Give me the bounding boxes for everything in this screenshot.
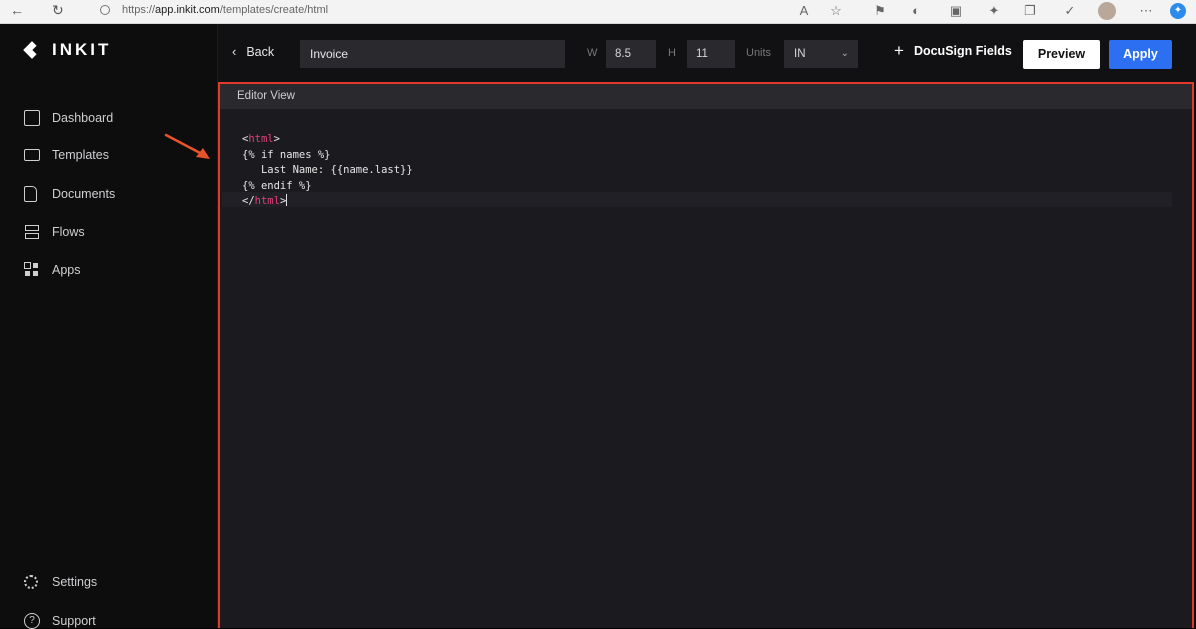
width-input[interactable]: 8.5 [606,40,656,68]
annotation-arrow-icon [164,133,210,159]
back-arrow-icon[interactable]: ← [10,2,24,18]
editor-toolbar: ‹ Back W 8.5 H 11 Units IN ⌄ + DocuSign … [218,24,1196,82]
read-aloud-icon[interactable]: A [796,3,812,19]
help-icon: ? [24,613,40,629]
address-bar[interactable]: https://app.inkit.com/templates/create/h… [122,4,328,16]
refresh-icon[interactable]: ↻ [52,2,64,19]
apply-button[interactable]: Apply [1109,40,1172,69]
code-line: Last Name: {{name.last}} [242,164,413,176]
site-info-icon[interactable] [100,5,110,15]
profile-avatar-icon[interactable] [1098,2,1116,20]
sync-icon[interactable]: ◐ [908,3,924,19]
more-menu-icon[interactable]: ⋯ [1138,3,1154,19]
dashboard-icon [24,110,40,126]
favorite-star-icon[interactable]: ☆ [828,3,844,19]
sidebar-item-apps[interactable]: Apps [24,262,81,278]
favorites-icon[interactable]: ✓ [1062,3,1078,19]
code-line: <html> [242,133,280,145]
height-label: H [668,47,676,59]
sidebar-item-templates[interactable]: Templates [24,148,109,162]
browser-toolbar: ← ↻ https://app.inkit.com/templates/crea… [0,0,1196,24]
sidebar-item-settings[interactable]: Settings [24,575,97,589]
back-button[interactable]: ‹ Back [232,44,274,59]
app-window: INKIT Dashboard Templates Documents Flow… [0,24,1196,629]
width-label: W [587,47,598,59]
chevron-down-icon: ⌄ [840,48,849,59]
code-line: {% if names %} [242,148,331,161]
code-line: </html> [242,194,288,207]
tabs-icon[interactable]: ▣ [948,3,964,19]
height-input[interactable]: 11 [687,40,735,68]
docusign-fields-button[interactable]: + DocuSign Fields [894,41,1012,60]
units-select[interactable]: IN ⌄ [784,40,858,68]
sidebar-item-support[interactable]: ? Support [24,613,96,629]
sidebar-item-flows[interactable]: Flows [24,224,85,240]
plus-icon: + [894,41,904,60]
inkit-logo-icon [24,40,46,60]
code-line: {% endif %} [242,179,312,192]
collections-icon[interactable]: ❐ [1022,3,1038,19]
flows-icon [24,224,40,240]
inkit-logo[interactable]: INKIT [24,40,111,60]
chevron-left-icon: ‹ [232,44,237,59]
gear-icon [24,575,38,589]
code-editor[interactable]: <html> {% if names %} Last Name: {{name.… [242,132,413,210]
template-name-input[interactable] [300,40,565,68]
templates-icon [24,149,40,161]
apps-icon [24,262,40,278]
editor-view-header: Editor View [220,84,1192,109]
sidebar-item-dashboard[interactable]: Dashboard [24,110,113,126]
extension-icon[interactable]: ⚑ [872,3,888,19]
edge-copilot-icon[interactable]: ✦ [1170,3,1186,19]
preview-button[interactable]: Preview [1023,40,1100,69]
document-icon [24,186,37,202]
text-cursor [286,194,288,206]
editor-panel[interactable]: Editor View <html> {% if names %} Last N… [218,82,1194,628]
sidebar: INKIT Dashboard Templates Documents Flow… [0,24,218,629]
puzzle-icon[interactable]: ✦ [986,3,1002,19]
units-label: Units [746,47,772,59]
sidebar-item-documents[interactable]: Documents [24,186,115,202]
